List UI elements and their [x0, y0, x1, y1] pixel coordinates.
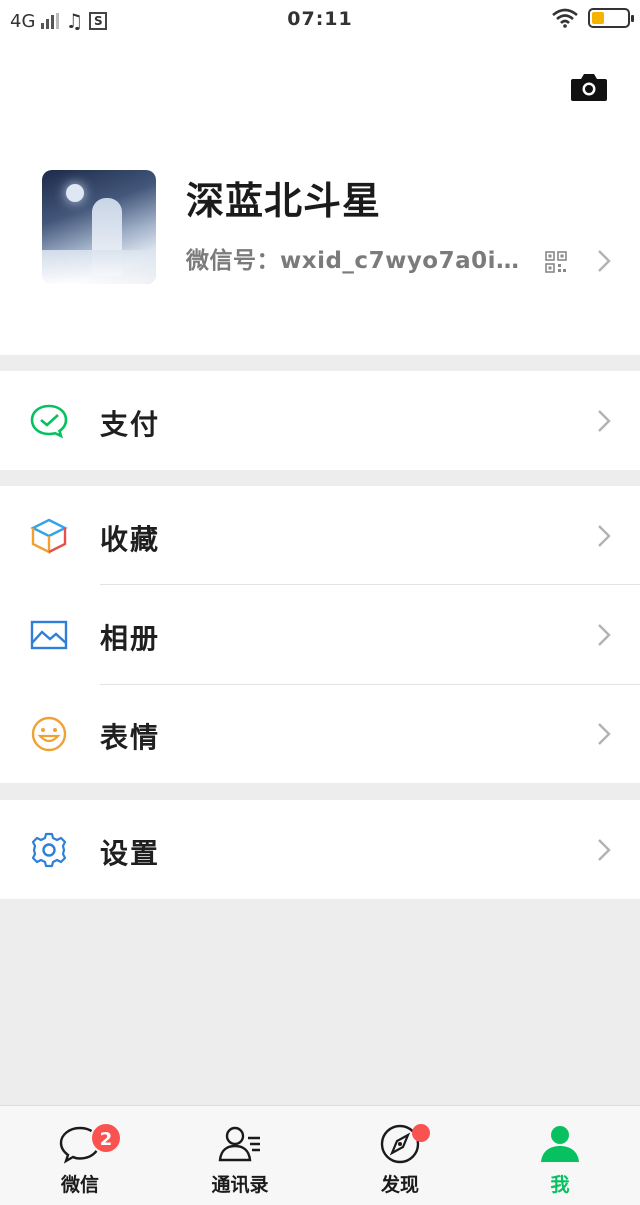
new-dot	[412, 1124, 430, 1142]
tab-discover[interactable]: 发现	[320, 1106, 480, 1205]
chevron-right-icon	[598, 525, 611, 547]
menu-item-settings[interactable]: 设置	[0, 800, 640, 899]
chevron-right-icon	[598, 624, 611, 646]
tab-chats[interactable]: 2 微信	[0, 1106, 160, 1205]
profile-card[interactable]: 深蓝北斗星 微信号：wxid_c7wyo7a0i…	[0, 40, 640, 355]
menu-label-album: 相册	[100, 622, 161, 655]
status-right	[552, 8, 634, 28]
menu-item-favorites[interactable]: 收藏	[0, 486, 640, 585]
menu-label-settings: 设置	[100, 837, 161, 870]
cube-icon	[30, 518, 68, 554]
menu-label-pay: 支付	[100, 408, 161, 441]
chevron-right-icon	[598, 250, 611, 272]
tab-label: 通讯录	[211, 1174, 269, 1196]
menu-item-pay[interactable]: 支付	[0, 371, 640, 470]
camera-icon[interactable]	[570, 72, 608, 102]
unread-badge: 2	[90, 1122, 122, 1154]
nickname: 深蓝北斗星	[186, 179, 382, 223]
tab-label: 微信	[60, 1174, 99, 1196]
avatar[interactable]	[42, 170, 156, 284]
status-bar: 4G ♫ S 07:11	[0, 0, 640, 40]
wechat-id: 微信号：wxid_c7wyo7a0i…	[186, 248, 520, 274]
person-icon	[541, 1126, 579, 1162]
contacts-icon	[218, 1126, 260, 1162]
wifi-icon	[552, 8, 578, 28]
menu-label-stickers: 表情	[100, 721, 161, 754]
qrcode-icon[interactable]	[545, 251, 567, 273]
chevron-right-icon	[598, 839, 611, 861]
menu-item-stickers[interactable]: 表情	[0, 684, 640, 783]
wechat-pay-icon	[30, 404, 68, 439]
picture-icon	[30, 620, 68, 650]
menu-label-favorites: 收藏	[100, 523, 161, 556]
tab-label: 我	[550, 1174, 570, 1196]
menu-group-pay: 支付	[0, 371, 640, 470]
tab-me[interactable]: 我	[480, 1106, 640, 1205]
menu-group-settings: 设置	[0, 800, 640, 899]
avatar-snow	[42, 250, 156, 284]
menu-item-album[interactable]: 相册	[0, 585, 640, 684]
menu-group-main: 收藏 相册 表情	[0, 486, 640, 783]
status-time: 07:11	[287, 8, 353, 30]
battery-icon	[588, 8, 634, 28]
tab-label: 发现	[380, 1174, 419, 1196]
chevron-right-icon	[598, 723, 611, 745]
bottom-tab-bar: 2 微信 通讯录 发现 我	[0, 1105, 640, 1205]
avatar-moon	[66, 184, 84, 202]
gear-icon	[31, 832, 67, 868]
smiley-icon	[31, 716, 67, 752]
chevron-right-icon	[598, 410, 611, 432]
tab-contacts[interactable]: 通讯录	[160, 1106, 320, 1205]
